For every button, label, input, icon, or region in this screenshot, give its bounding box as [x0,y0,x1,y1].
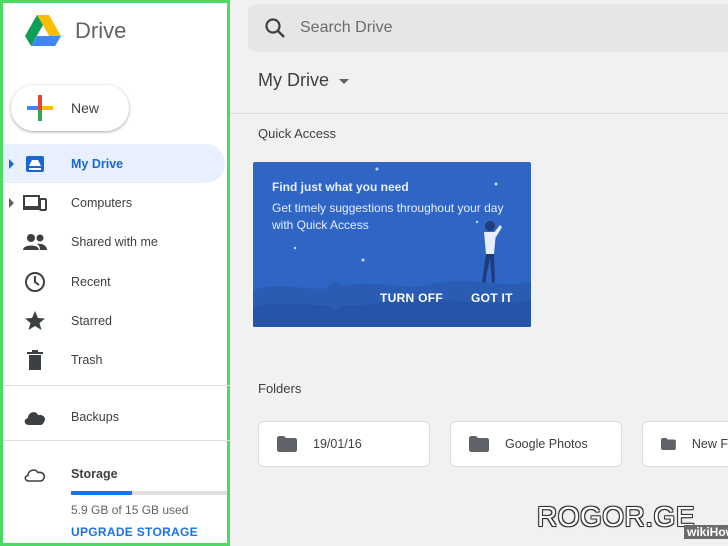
quick-access-headline: Find just what you need [272,180,409,194]
sidebar: Drive New My Drive Computers Shared with… [0,0,230,546]
my-drive-icon [23,152,47,176]
sidebar-item-label: Recent [71,274,111,289]
folder-item[interactable]: New F [642,421,728,467]
upgrade-storage-link[interactable]: UPGRADE STORAGE [71,525,198,539]
quick-access-card: Find just what you need Get timely sugge… [253,162,531,327]
sidebar-item-label: My Drive [71,156,124,171]
folder-name: Google Photos [505,437,588,451]
sidebar-item-storage[interactable]: Storage [3,454,230,493]
cloud-outline-icon [23,462,47,486]
sidebar-item-label: Computers [71,195,133,210]
quick-access-label: Quick Access [258,126,337,141]
storage-used-text: 5.9 GB of 15 GB used [71,503,189,517]
folder-icon [469,436,489,452]
sidebar-item-backups[interactable]: Backups [3,397,230,436]
divider [230,113,728,114]
cloud-icon [23,405,47,429]
storage-progress-fill [71,491,132,495]
plus-icon [27,95,53,121]
brand-name: Drive [75,18,127,43]
folder-icon [277,436,297,452]
computers-icon [23,191,47,215]
brand[interactable]: Drive [25,15,126,47]
trash-icon [23,348,47,372]
search-icon[interactable] [264,17,286,39]
nav-list: My Drive Computers Shared with me Recent [3,144,230,380]
storage-progress-bar [71,491,227,495]
turn-off-button[interactable]: TURN OFF [380,291,443,305]
caret-right-icon[interactable] [9,197,14,208]
search-bar[interactable] [248,4,728,52]
watermark-text: ROGOR.GE [537,501,696,532]
sidebar-item-label: Backups [71,409,119,424]
page-title-text: My Drive [258,70,329,90]
sidebar-item-recent[interactable]: Recent [3,262,230,301]
sidebar-item-label: Shared with me [71,235,158,250]
folder-name: 19/01/16 [313,437,362,451]
drive-logo-icon [25,15,61,46]
storage-label: Storage [71,466,118,481]
backups-row[interactable]: Backups [3,397,230,436]
sidebar-item-label: Starred [71,313,112,328]
new-button-label: New [71,100,100,116]
shared-icon [23,230,47,254]
sidebar-item-shared[interactable]: Shared with me [3,223,230,262]
folder-item[interactable]: 19/01/16 [258,421,430,467]
search-input[interactable] [300,19,600,37]
caret-right-icon[interactable] [9,158,14,169]
new-button[interactable]: New [11,85,129,131]
folder-name: New F [691,437,728,451]
storage-row[interactable]: Storage [3,454,230,493]
folder-item[interactable]: Google Photos [450,421,622,467]
chevron-down-icon[interactable] [339,79,349,84]
quick-access-body: Get timely suggestions throughout your d… [272,201,504,232]
sidebar-item-trash[interactable]: Trash [3,340,230,379]
page-title[interactable]: My Drive [258,70,349,91]
folder-icon [661,438,676,450]
divider [3,385,230,386]
clock-icon [23,270,47,294]
star-icon [23,309,47,333]
sidebar-item-label: Trash [71,353,103,368]
got-it-button[interactable]: GOT IT [471,291,513,305]
sidebar-item-starred[interactable]: Starred [3,301,230,340]
sidebar-item-computers[interactable]: Computers [3,183,230,222]
wikihow-badge: wikiHow [684,525,728,539]
divider [3,440,230,441]
folders-label: Folders [258,381,302,396]
sidebar-item-my-drive[interactable]: My Drive [3,144,225,184]
